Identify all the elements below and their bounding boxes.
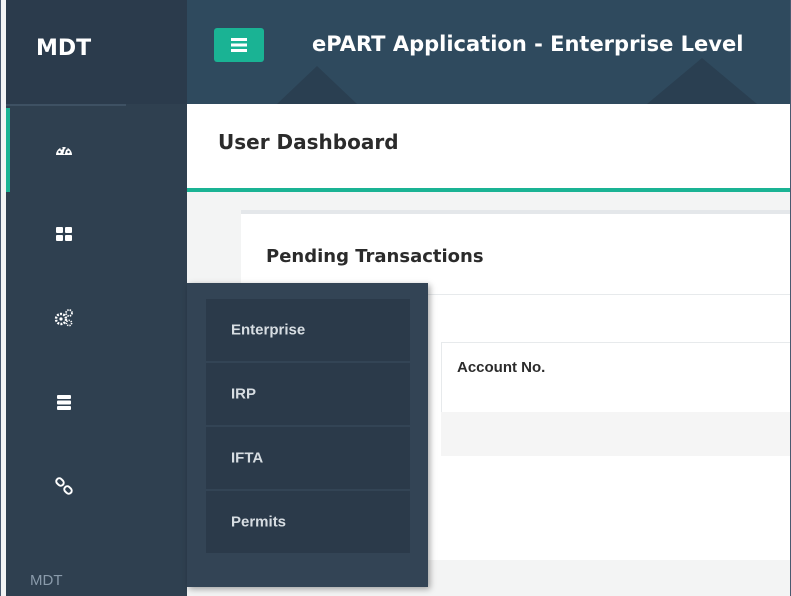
panel-title: Pending Transactions <box>266 246 484 267</box>
sidebar-item-settings[interactable] <box>6 276 187 360</box>
sidebar-brand-area: MDT <box>6 0 187 104</box>
app-title: ePART Application - Enterprise Level <box>312 32 744 56</box>
sidebar-item-modules[interactable] <box>6 192 187 276</box>
flyout-item-label: Permits <box>231 513 287 531</box>
flyout-item-enterprise[interactable]: Enterprise <box>206 299 410 361</box>
grid-icon <box>56 227 72 241</box>
header-decoration <box>647 58 757 104</box>
menu-toggle-button[interactable] <box>214 28 264 62</box>
sidebar-item-dashboard[interactable] <box>6 108 187 192</box>
table-header-row: Account No. <box>441 342 791 414</box>
table-footer <box>441 412 791 456</box>
dashboard-icon <box>56 147 72 155</box>
brand-logo-text[interactable]: MDT <box>36 36 91 61</box>
brand-divider <box>6 104 126 106</box>
header-decoration <box>277 66 357 104</box>
sidebar-item-records[interactable] <box>6 360 187 444</box>
top-navbar: ePART Application - Enterprise Level <box>187 0 791 104</box>
flyout-item-label: Enterprise <box>231 321 306 339</box>
flyout-item-ifta[interactable]: IFTA <box>206 427 410 489</box>
flyout-item-irp[interactable]: IRP <box>206 363 410 425</box>
column-divider <box>441 343 442 413</box>
server-icon <box>57 395 71 410</box>
flyout-item-label: IFTA <box>231 449 264 467</box>
sidebar-item-links[interactable] <box>6 444 187 528</box>
sidebar: MDT MDT <box>6 0 187 596</box>
flyout-item-permits[interactable]: Permits <box>206 491 410 553</box>
column-header-account-no[interactable]: Account No. <box>457 359 545 376</box>
sidebar-footer-label: MDT <box>30 572 63 589</box>
gears-icon <box>54 309 73 327</box>
hamburger-icon <box>231 38 247 52</box>
flyout-item-label: IRP <box>231 385 257 403</box>
page-header: User Dashboard <box>187 104 791 192</box>
link-icon <box>55 477 73 495</box>
page-title: User Dashboard <box>218 130 399 154</box>
settings-flyout-menu: Enterprise IRP IFTA Permits <box>187 283 428 587</box>
